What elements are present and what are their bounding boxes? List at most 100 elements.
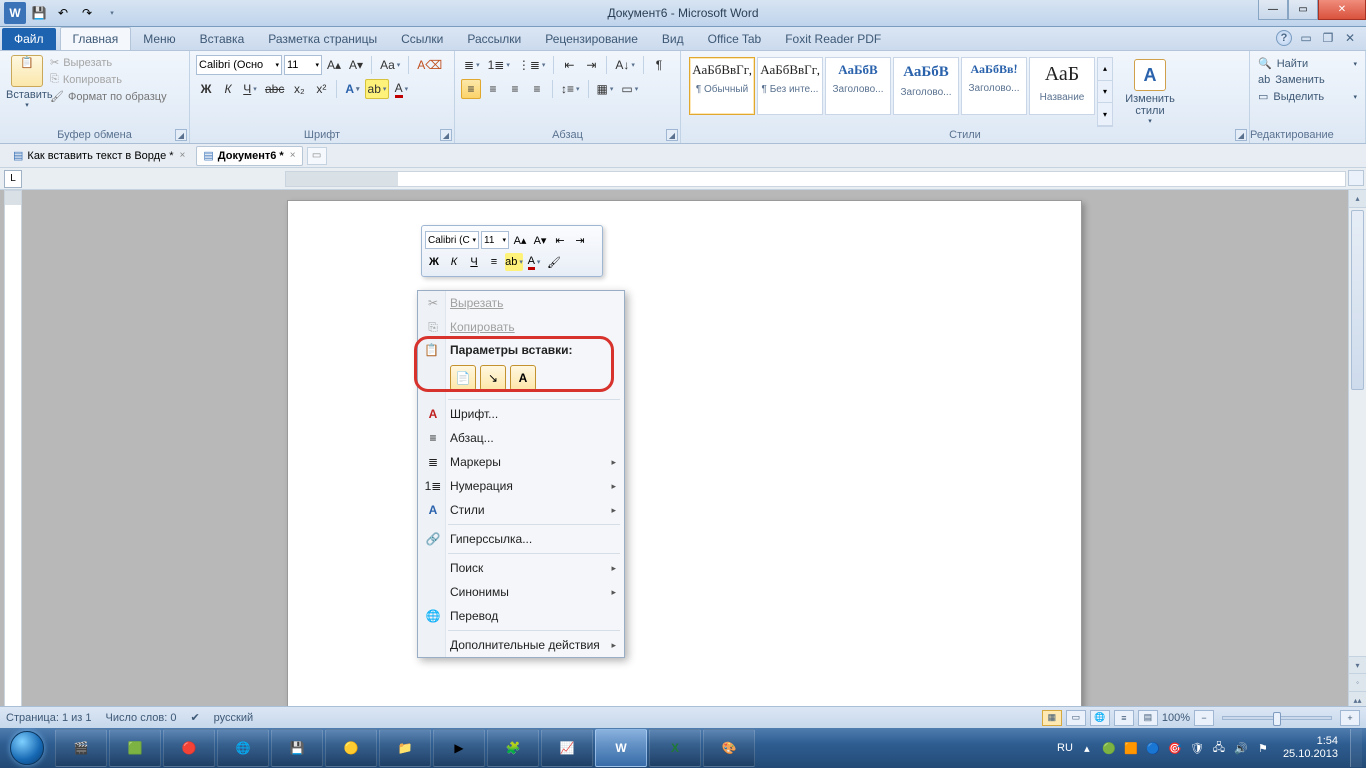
tab-layout[interactable]: Разметка страницы xyxy=(256,28,389,50)
ctx-bullets[interactable]: ≣Маркеры▸ xyxy=(418,450,624,474)
status-page[interactable]: Страница: 1 из 1 xyxy=(6,712,92,724)
mini-underline[interactable]: Ч xyxy=(465,253,483,271)
tab-review[interactable]: Рецензирование xyxy=(533,28,650,50)
tab-mailings[interactable]: Рассылки xyxy=(455,28,533,50)
tab-menu[interactable]: Меню xyxy=(131,28,187,50)
tray-network-icon[interactable]: 🖧 xyxy=(1211,740,1227,756)
paste-merge-icon[interactable]: ↘ xyxy=(480,365,506,391)
tray-icon-1[interactable]: 🟢 xyxy=(1101,740,1117,756)
style-heading1[interactable]: АаБбВЗаголово... xyxy=(825,57,891,115)
status-language[interactable]: русский xyxy=(214,712,253,724)
view-outline-icon[interactable]: ≡ xyxy=(1114,710,1134,726)
horizontal-ruler[interactable] xyxy=(285,171,1346,187)
vertical-ruler[interactable] xyxy=(4,190,22,728)
scroll-up-icon[interactable]: ▴ xyxy=(1349,190,1366,208)
scroll-thumb[interactable] xyxy=(1351,210,1364,390)
tray-icon-5[interactable]: 🛡 xyxy=(1189,740,1205,756)
mini-indent-inc-icon[interactable]: ⇥ xyxy=(571,231,589,249)
ctx-hyperlink[interactable]: 🔗Гиперссылка... xyxy=(418,527,624,551)
mini-font-color-icon[interactable]: A xyxy=(525,253,543,271)
taskbar-app2-icon[interactable]: 🟩 xyxy=(109,729,161,767)
minimize-ribbon-icon[interactable]: ▭ xyxy=(1298,30,1314,46)
qat-undo-icon[interactable]: ↶ xyxy=(52,2,74,24)
tray-volume-icon[interactable]: 🔊 xyxy=(1233,740,1249,756)
text-effects-icon[interactable]: A xyxy=(342,79,362,99)
scroll-down-icon[interactable]: ▾ xyxy=(1349,656,1366,674)
tray-lang[interactable]: RU xyxy=(1057,742,1073,754)
underline-button[interactable]: Ч xyxy=(240,79,260,99)
zoom-thumb[interactable] xyxy=(1273,712,1281,726)
mini-format-painter-icon[interactable]: 🖌 xyxy=(545,253,563,271)
paste-text-only-icon[interactable]: A xyxy=(510,365,536,391)
paragraph-dialog-launcher[interactable]: ◢ xyxy=(666,129,678,141)
align-left-icon[interactable]: ≡ xyxy=(461,79,481,99)
mini-font-combo[interactable]: Calibri (C▾ xyxy=(425,231,479,249)
taskbar-paint-icon[interactable]: 🎨 xyxy=(703,729,755,767)
italic-button[interactable]: К xyxy=(218,79,238,99)
close-tab-icon[interactable]: × xyxy=(180,150,186,161)
minimize-button[interactable]: ― xyxy=(1258,0,1288,20)
multilevel-icon[interactable]: ⋮≣ xyxy=(515,55,549,75)
ribbon-restore-icon[interactable]: ❐ xyxy=(1320,30,1336,46)
highlight-icon[interactable]: ab xyxy=(365,79,390,99)
tray-clock[interactable]: 1:5425.10.2013 xyxy=(1277,735,1344,761)
copy-button[interactable]: ⎘Копировать xyxy=(48,72,169,87)
taskbar-word-icon[interactable]: W xyxy=(595,729,647,767)
line-spacing-icon[interactable]: ↕≡ xyxy=(558,79,583,99)
style-no-spacing[interactable]: АаБбВвГг,¶ Без инте... xyxy=(757,57,823,115)
align-center-icon[interactable]: ≡ xyxy=(483,79,503,99)
grow-font-icon[interactable]: A▴ xyxy=(324,55,344,75)
indent-inc-icon[interactable]: ⇥ xyxy=(581,55,601,75)
tab-selector[interactable]: L xyxy=(4,170,22,188)
mini-shrink-icon[interactable]: A▾ xyxy=(531,231,549,249)
view-draft-icon[interactable]: ▤ xyxy=(1138,710,1158,726)
taskbar-mpc-icon[interactable]: 🎬 xyxy=(55,729,107,767)
mini-indent-dec-icon[interactable]: ⇤ xyxy=(551,231,569,249)
mini-bold[interactable]: Ж xyxy=(425,253,443,271)
ctx-search[interactable]: Поиск▸ xyxy=(418,556,624,580)
paste-button[interactable]: 📋 Вставить ▾ xyxy=(6,53,48,109)
new-doc-button[interactable]: ▭ xyxy=(307,147,327,165)
qat-save-icon[interactable]: 💾 xyxy=(28,2,50,24)
tab-file[interactable]: Файл xyxy=(2,28,56,50)
shrink-font-icon[interactable]: A▾ xyxy=(346,55,366,75)
view-web-icon[interactable]: 🌐 xyxy=(1090,710,1110,726)
font-name-combo[interactable]: Calibri (Осно▾ xyxy=(196,55,282,75)
doc-tab-2[interactable]: ▤Документ6 *× xyxy=(196,146,302,166)
replace-button[interactable]: abЗаменить xyxy=(1258,72,1357,88)
tab-foxit[interactable]: Foxit Reader PDF xyxy=(773,28,893,50)
font-dialog-launcher[interactable]: ◢ xyxy=(440,129,452,141)
numbering-icon[interactable]: 1≣ xyxy=(485,55,513,75)
doc-tab-1[interactable]: ▤Как вставить текст в Ворде *× xyxy=(6,146,192,166)
cut-button[interactable]: ✂Вырезать xyxy=(48,55,169,70)
close-button[interactable]: ✕ xyxy=(1318,0,1366,20)
taskbar-chrome-icon[interactable]: 🟡 xyxy=(325,729,377,767)
status-words[interactable]: Число слов: 0 xyxy=(106,712,177,724)
change-case-icon[interactable]: Aa xyxy=(377,55,403,75)
taskbar-app9-icon[interactable]: 📈 xyxy=(541,729,593,767)
tab-office[interactable]: Office Tab xyxy=(696,28,774,50)
borders-icon[interactable]: ▭ xyxy=(618,79,641,99)
clear-format-icon[interactable]: A⌫ xyxy=(414,55,445,75)
ruler-toggle-icon[interactable] xyxy=(1348,170,1364,186)
zoom-in-button[interactable]: + xyxy=(1340,710,1360,726)
tray-show-hidden-icon[interactable]: ▴ xyxy=(1079,740,1095,756)
taskbar-excel-icon[interactable]: X xyxy=(649,729,701,767)
font-size-combo[interactable]: 11▾ xyxy=(284,55,322,75)
help-icon[interactable]: ? xyxy=(1276,30,1292,46)
align-right-icon[interactable]: ≡ xyxy=(505,79,525,99)
taskbar-app8-icon[interactable]: 🧩 xyxy=(487,729,539,767)
mini-italic[interactable]: К xyxy=(445,253,463,271)
tab-home[interactable]: Главная xyxy=(60,27,132,50)
mini-highlight-icon[interactable]: ab xyxy=(505,253,523,271)
ctx-font[interactable]: AШрифт... xyxy=(418,402,624,426)
show-marks-icon[interactable]: ¶ xyxy=(649,55,669,75)
taskbar-opera-icon[interactable]: 🔴 xyxy=(163,729,215,767)
ctx-synonyms[interactable]: Синонимы▸ xyxy=(418,580,624,604)
style-heading2[interactable]: АаБбВЗаголово... xyxy=(893,57,959,115)
ctx-paragraph[interactable]: ≡Абзац... xyxy=(418,426,624,450)
styles-scroll[interactable]: ▴▾▾ xyxy=(1097,57,1113,127)
browse-object-icon[interactable]: ◦ xyxy=(1349,674,1366,692)
bold-button[interactable]: Ж xyxy=(196,79,216,99)
ctx-cut[interactable]: ✂Вырезать xyxy=(418,291,624,315)
